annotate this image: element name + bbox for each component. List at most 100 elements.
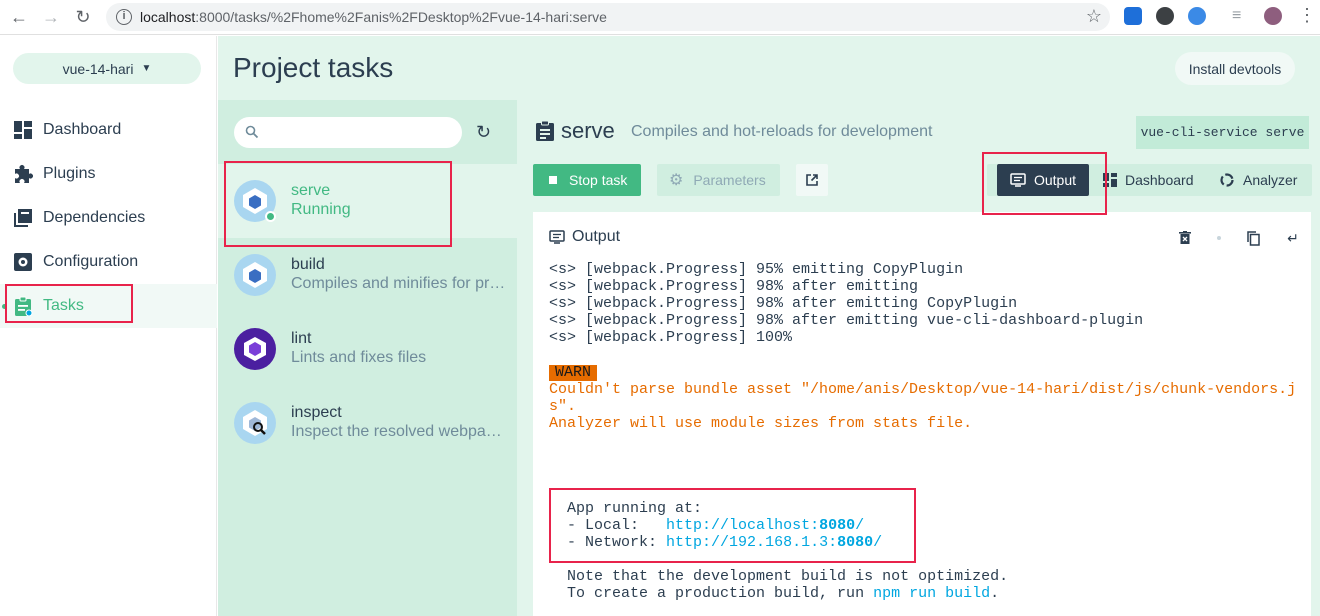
task-description: Compiles and minifies for production <box>291 275 506 292</box>
task-subtitle: Compiles and hot-reloads for development <box>631 123 933 140</box>
note-line: To create a production build, run npm ru… <box>567 585 1000 602</box>
assignment-icon <box>536 120 554 141</box>
output-title: Output <box>572 228 621 245</box>
terminal-line: <s> [webpack.Progress] 98% after emittin… <box>549 312 1144 329</box>
info-icon[interactable]: i <box>116 9 132 25</box>
sidebar-item-dashboard[interactable]: Dashboard <box>0 108 217 152</box>
open-in-new-icon <box>806 174 818 186</box>
terminal-line: <s> [webpack.Progress] 95% emitting Copy… <box>549 261 964 278</box>
parameters-button[interactable]: ⚙ Parameters <box>657 164 780 196</box>
sidebar: vue-14-hari ▼ Dashboard Plugins Dependen… <box>0 36 217 616</box>
url-text: localhost:8000/tasks/%2Fhome%2Fanis%2FDe… <box>140 9 607 25</box>
parameters-label: Parameters <box>693 172 766 188</box>
bookmark-star-icon[interactable]: ☆ <box>1086 6 1102 27</box>
stop-icon <box>549 176 557 184</box>
search-input[interactable] <box>234 117 462 148</box>
browser-toolbar: ← → ↻ i localhost:8000/tasks/%2Fhome%2Fa… <box>0 0 1320 35</box>
tab-output-label: Output <box>1033 172 1077 188</box>
puzzle-icon <box>12 163 34 185</box>
sidebar-item-label: Tasks <box>43 297 84 314</box>
task-name: build <box>291 256 325 273</box>
task-detail: serve Compiles and hot-reloads for devel… <box>517 100 1320 616</box>
active-indicator <box>2 304 7 309</box>
tab-analyzer-label: Analyzer <box>1243 172 1298 188</box>
task-item-build[interactable]: build Compiles and minifies for producti… <box>218 238 517 312</box>
task-title: serve <box>561 118 615 143</box>
stop-task-label: Stop task <box>569 172 628 188</box>
tab-dashboard-label: Dashboard <box>1125 172 1194 188</box>
running-status-dot <box>265 211 276 222</box>
terminal-icon <box>1010 173 1026 187</box>
sidebar-item-tasks[interactable]: Tasks <box>0 284 217 328</box>
task-name: inspect <box>291 404 342 421</box>
sidebar-item-plugins[interactable]: Plugins <box>0 152 217 196</box>
word-wrap-icon[interactable]: ↵ <box>1285 230 1301 246</box>
local-url-line: - Local: http://localhost:8080/ <box>567 517 865 534</box>
task-list: ↻ serve Running build Compiles and minif… <box>218 100 517 616</box>
donut-chart-icon <box>1220 173 1234 187</box>
project-selector[interactable]: vue-14-hari ▼ <box>13 53 201 84</box>
network-url-link[interactable]: http://192.168.1.3:8080/ <box>666 534 882 551</box>
extension-icon[interactable] <box>1188 7 1206 25</box>
terminal-icon <box>549 230 565 244</box>
task-description: Inspect the resolved webpack config <box>291 423 506 440</box>
sidebar-item-label: Dashboard <box>43 121 122 138</box>
forward-icon[interactable]: → <box>40 6 62 28</box>
tab-analyzer[interactable]: Analyzer <box>1219 164 1307 196</box>
output-header: Output <box>549 228 620 246</box>
address-bar[interactable]: i localhost:8000/tasks/%2Fhome%2Fanis%2F… <box>106 3 1110 31</box>
warn-line: s". <box>549 398 577 415</box>
avatar[interactable] <box>1264 7 1282 25</box>
reload-icon[interactable]: ↻ <box>72 6 94 28</box>
sidebar-item-label: Configuration <box>43 253 139 270</box>
local-url-link[interactable]: http://localhost:8080/ <box>666 517 864 534</box>
note-line: Note that the development build is not o… <box>567 568 1009 585</box>
media-icon[interactable]: ≡ <box>1232 7 1250 25</box>
terminal-line: <s> [webpack.Progress] 98% after emittin… <box>549 278 919 295</box>
refresh-icon[interactable]: ↻ <box>476 122 491 143</box>
sidebar-item-dependencies[interactable]: Dependencies <box>0 196 217 240</box>
network-url-line: - Network: http://192.168.1.3:8080/ <box>567 534 883 551</box>
task-item-serve[interactable]: serve Running <box>218 164 517 238</box>
task-name: serve <box>291 182 331 199</box>
tab-dashboard[interactable]: Dashboard <box>1103 164 1203 196</box>
open-external-button[interactable] <box>796 164 828 196</box>
sidebar-item-label: Plugins <box>43 165 96 182</box>
settings-icon <box>12 251 34 273</box>
page-title: Project tasks <box>233 52 394 83</box>
clear-console-icon[interactable] <box>1177 230 1193 246</box>
project-name: vue-14-hari <box>62 60 134 77</box>
command-badge: vue-cli-service serve <box>1136 116 1309 149</box>
separator-dot <box>1217 236 1221 240</box>
inspect-icon <box>234 402 276 444</box>
stop-task-button[interactable]: Stop task <box>533 164 641 196</box>
output-toolbar: ↵ <box>1153 230 1301 246</box>
extension-icon[interactable] <box>1156 7 1174 25</box>
build-command: npm run build <box>873 585 991 602</box>
sidebar-item-label: Dependencies <box>43 209 146 226</box>
copy-icon[interactable] <box>1245 230 1261 246</box>
dashboard-icon <box>12 119 34 141</box>
task-description: Running <box>291 201 351 218</box>
extension-icon[interactable] <box>1124 7 1142 25</box>
main-area: Project tasks Install devtools ↻ serve R… <box>218 36 1320 616</box>
task-item-lint[interactable]: lint Lints and fixes files <box>218 312 517 386</box>
warn-badge: WARN <box>549 365 598 381</box>
task-name: lint <box>291 330 312 347</box>
app-running-line: App running at: <box>567 500 703 517</box>
terminal-line: <s> [webpack.Progress] 100% <box>549 329 793 346</box>
sidebar-item-configuration[interactable]: Configuration <box>0 240 217 284</box>
task-item-inspect[interactable]: inspect Inspect the resolved webpack con… <box>218 386 517 460</box>
back-icon[interactable]: ← <box>8 6 30 28</box>
install-devtools-button[interactable]: Install devtools <box>1175 52 1295 85</box>
view-tabs: Output Dashboard Analyzer <box>987 164 1312 196</box>
assignment-icon <box>12 295 34 317</box>
task-description: Lints and fixes files <box>291 349 427 366</box>
menu-icon[interactable]: ⋮ <box>1298 6 1316 25</box>
tab-output[interactable]: Output <box>997 164 1089 196</box>
gear-icon: ⚙ <box>669 172 684 189</box>
caret-down-icon: ▼ <box>141 63 152 74</box>
warn-line: Analyzer will use module sizes from stat… <box>549 415 973 432</box>
library-icon <box>12 207 34 229</box>
webpack-icon <box>234 254 276 296</box>
